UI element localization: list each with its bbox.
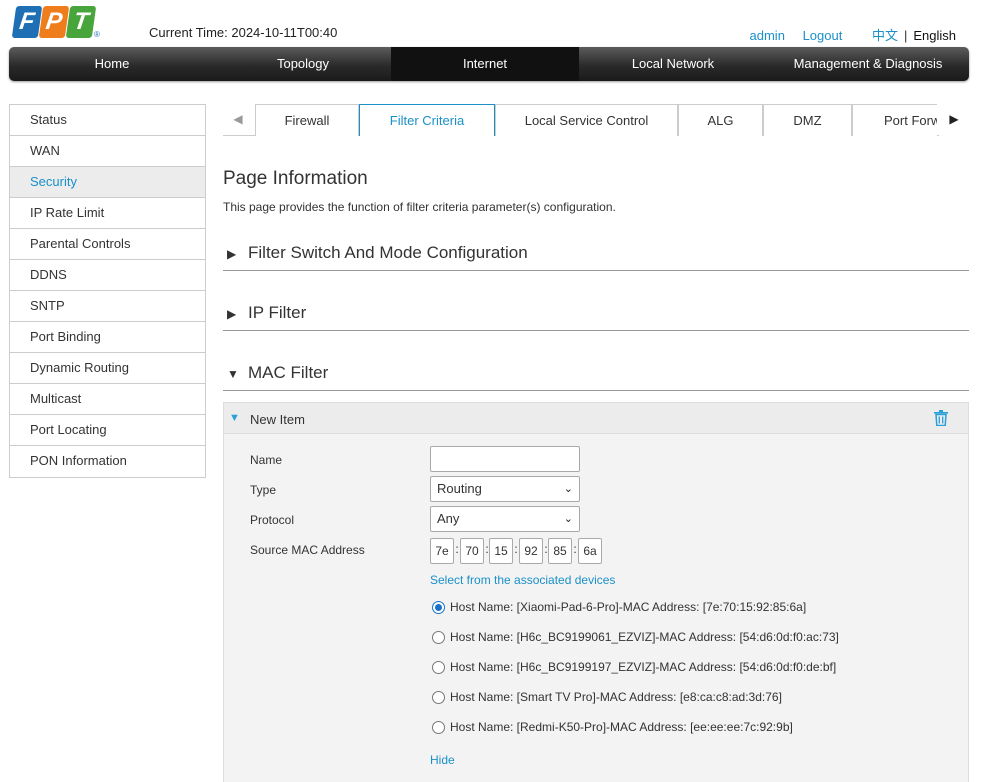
sidebar-item-status[interactable]: Status <box>10 105 205 136</box>
select-associated-devices-link[interactable]: Select from the associated devices <box>430 573 615 587</box>
new-item-header[interactable]: ▼ New Item <box>224 403 968 434</box>
radio-selected-icon[interactable] <box>432 601 445 614</box>
host-option-label: Host Name: [H6c_BC9199197_EZVIZ]-MAC Add… <box>450 660 837 674</box>
main-nav: Home Topology Internet Local Network Man… <box>9 47 969 81</box>
mac-octet-field[interactable]: 6a <box>578 538 602 564</box>
tab-firewall[interactable]: Firewall <box>255 104 359 136</box>
host-option-label: Host Name: [H6c_BC9199061_EZVIZ]-MAC Add… <box>450 630 839 644</box>
page-title: Page Information <box>223 168 368 189</box>
type-label: Type <box>250 483 277 497</box>
sidebar-item-dynamic-routing[interactable]: Dynamic Routing <box>10 353 205 384</box>
new-item-title: New Item <box>250 412 305 427</box>
sidebar-item-port-locating[interactable]: Port Locating <box>10 415 205 446</box>
tab-dmz[interactable]: DMZ <box>763 104 852 136</box>
admin-link[interactable]: admin <box>750 28 785 43</box>
nav-local-network[interactable]: Local Network <box>579 47 767 81</box>
radio-unselected-icon[interactable] <box>432 631 445 644</box>
section-mac-filter[interactable]: ▼ MAC Filter <box>223 361 969 391</box>
nav-topology[interactable]: Topology <box>215 47 391 81</box>
type-selected-value: Routing <box>437 481 482 496</box>
nav-internet[interactable]: Internet <box>391 47 579 81</box>
collapsed-caret-icon: ▶ <box>227 307 237 321</box>
sidebar-item-security[interactable]: Security <box>10 167 205 198</box>
current-time: Current Time: 2024-10-11T00:40 <box>149 25 338 40</box>
hide-devices-link[interactable]: Hide <box>430 753 455 767</box>
sidebar-item-wan[interactable]: WAN <box>10 136 205 167</box>
fpt-logo: F P T ® <box>11 6 100 40</box>
trash-icon[interactable] <box>934 410 948 426</box>
host-option-label: Host Name: [Xiaomi-Pad-6-Pro]-MAC Addres… <box>450 600 807 614</box>
chevron-down-icon: ⌄ <box>563 483 573 495</box>
collapsed-caret-icon: ▶ <box>227 247 237 261</box>
sidebar-item-pon-information[interactable]: PON Information <box>10 446 205 477</box>
sidebar: Status WAN Security IP Rate Limit Parent… <box>9 104 206 478</box>
tab-filter-criteria[interactable]: Filter Criteria <box>359 104 495 136</box>
radio-unselected-icon[interactable] <box>432 691 445 704</box>
expanded-caret-icon: ▼ <box>227 367 239 381</box>
name-label: Name <box>250 453 283 467</box>
tab-port-forwarding[interactable]: Port Forwarding <box>852 104 937 136</box>
logo-letter-p: P <box>38 6 70 38</box>
section-title: Filter Switch And Mode Configuration <box>248 243 528 262</box>
mac-octet-field[interactable]: 7e <box>430 538 454 564</box>
sub-tabs: ◀ Firewall Filter Criteria Local Service… <box>223 104 969 136</box>
host-option-label: Host Name: [Smart TV Pro]-MAC Address: [… <box>450 690 782 704</box>
nav-home[interactable]: Home <box>9 47 215 81</box>
chevron-down-icon: ⌄ <box>563 513 573 525</box>
logo-letter-f: F <box>11 6 43 38</box>
mac-octet-field[interactable]: 92 <box>519 538 543 564</box>
mac-octet-field[interactable]: 85 <box>548 538 572 564</box>
top-links: admin Logout 中文 | English <box>736 25 956 44</box>
section-filter-switch-mode[interactable]: ▶ Filter Switch And Mode Configuration <box>223 241 969 271</box>
section-title: MAC Filter <box>248 363 329 382</box>
lang-chinese-link[interactable]: 中文 <box>872 28 898 43</box>
registered-mark: ® <box>94 30 100 39</box>
mac-octet-field[interactable]: 70 <box>460 538 484 564</box>
tabs-scroll-left-icon[interactable]: ◀ <box>223 104 253 136</box>
tabs-viewport: Firewall Filter Criteria Local Service C… <box>255 104 937 136</box>
section-title: IP Filter <box>248 303 307 322</box>
logo-letter-t: T <box>65 6 97 38</box>
lang-separator: | <box>903 28 908 43</box>
source-mac-label: Source MAC Address <box>250 543 365 557</box>
name-input[interactable] <box>430 446 580 472</box>
page-description: This page provides the function of filte… <box>223 200 616 214</box>
section-ip-filter[interactable]: ▶ IP Filter <box>223 301 969 331</box>
sidebar-item-ip-rate-limit[interactable]: IP Rate Limit <box>10 198 205 229</box>
protocol-select[interactable]: Any ⌄ <box>430 506 580 532</box>
sidebar-item-port-binding[interactable]: Port Binding <box>10 322 205 353</box>
radio-unselected-icon[interactable] <box>432 721 445 734</box>
sidebar-item-multicast[interactable]: Multicast <box>10 384 205 415</box>
type-select[interactable]: Routing ⌄ <box>430 476 580 502</box>
sidebar-item-sntp[interactable]: SNTP <box>10 291 205 322</box>
tab-local-service-control[interactable]: Local Service Control <box>495 104 678 136</box>
mac-octet-field[interactable]: 15 <box>489 538 513 564</box>
host-option-label: Host Name: [Redmi-K50-Pro]-MAC Address: … <box>450 720 793 734</box>
expanded-caret-icon: ▼ <box>229 412 240 424</box>
logout-link[interactable]: Logout <box>803 28 843 43</box>
mac-filter-new-item-panel: ▼ New Item Name Type Routing ⌄ Protocol … <box>223 402 969 782</box>
lang-english-link[interactable]: English <box>913 28 956 43</box>
radio-unselected-icon[interactable] <box>432 661 445 674</box>
tabs-scroll-right-icon[interactable]: ▶ <box>939 104 969 136</box>
protocol-label: Protocol <box>250 513 295 527</box>
tab-alg[interactable]: ALG <box>678 104 763 136</box>
sidebar-item-parental-controls[interactable]: Parental Controls <box>10 229 205 260</box>
nav-management-diagnosis[interactable]: Management & Diagnosis <box>767 47 969 81</box>
sidebar-item-ddns[interactable]: DDNS <box>10 260 205 291</box>
protocol-selected-value: Any <box>437 511 460 526</box>
